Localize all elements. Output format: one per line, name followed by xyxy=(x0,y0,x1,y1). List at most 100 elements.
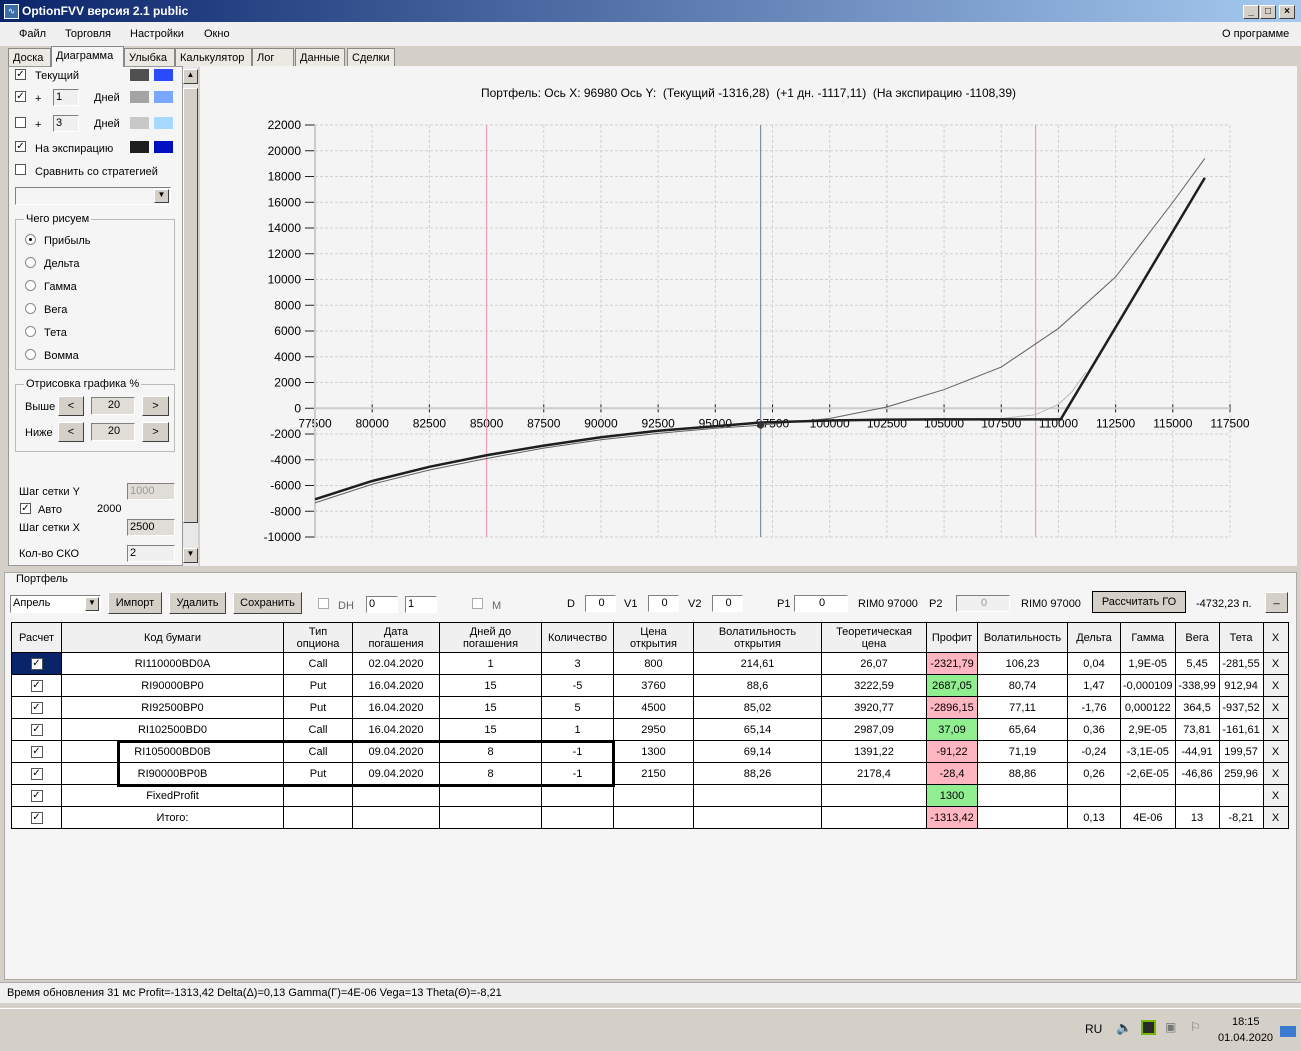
flag-icon[interactable]: ⚐ xyxy=(1190,1020,1201,1034)
tab-diagram[interactable]: Диаграмма xyxy=(51,46,124,67)
p2-instrument: RIM0 97000 xyxy=(1021,598,1081,610)
column-header[interactable]: Расчет xyxy=(11,622,62,653)
table-cell: 37,09 xyxy=(926,718,978,741)
y-tick-label: -4000 xyxy=(270,453,301,467)
table-cell: 26,07 xyxy=(821,652,927,675)
table-row[interactable]: ✓ RI102500BD0 Call 16.04.2020 15 1 2950 65,14 29… xyxy=(11,718,1289,741)
clock-date[interactable]: 01.04.2020 xyxy=(1218,1032,1273,1044)
table-cell: 77,11 xyxy=(977,696,1068,719)
calc-checkbox-cell[interactable]: ✓ xyxy=(11,784,62,807)
column-header[interactable]: Тета xyxy=(1218,622,1264,653)
table-cell xyxy=(1174,784,1220,807)
table-cell: -1313,42 xyxy=(926,806,978,829)
dh-spinner-1[interactable]: 0 xyxy=(366,596,398,613)
table-row[interactable]: ✓ RI90000BP0 Put 16.04.2020 15 -5 3760 88,6 3222… xyxy=(11,674,1289,697)
table-row[interactable]: ✓ RI110000BD0A Call 02.04.2020 1 3 800 214,61 26… xyxy=(11,652,1289,675)
d-input[interactable]: 0 xyxy=(585,595,616,612)
delete-button[interactable]: Удалить xyxy=(169,592,226,614)
calc-checkbox[interactable]: ✓ xyxy=(30,702,43,714)
table-row[interactable]: ✓ Итого: -1313,42 0,13 4E-06 13 -8,21 X xyxy=(11,806,1289,829)
table-cell: RI90000BP0 xyxy=(61,674,284,697)
volume-icon[interactable]: 🔈 xyxy=(1116,1020,1132,1036)
remove-row-button[interactable]: X xyxy=(1262,696,1289,719)
remove-row-button[interactable]: X xyxy=(1262,806,1289,829)
column-header[interactable]: Тип опциона xyxy=(283,622,353,653)
p2-input[interactable]: 0 xyxy=(956,595,1010,612)
table-cell xyxy=(821,784,927,807)
column-header[interactable]: Волатильность xyxy=(977,622,1068,653)
column-header[interactable]: Дней до погашения xyxy=(439,622,542,653)
table-cell: 85,02 xyxy=(693,696,822,719)
remove-row-button[interactable]: X xyxy=(1262,718,1289,741)
table-cell xyxy=(977,784,1068,807)
calc-checkbox[interactable]: ✓ xyxy=(30,658,43,670)
remove-row-button[interactable]: X xyxy=(1262,762,1289,785)
column-header[interactable]: Вега xyxy=(1174,622,1220,653)
go-value: -4732,23 п. xyxy=(1196,598,1252,610)
calc-checkbox[interactable]: ✓ xyxy=(30,768,43,780)
payoff-chart[interactable]: 7750080000825008500087500900009250095000… xyxy=(0,0,1301,570)
calc-checkbox-cell[interactable]: ✓ xyxy=(11,652,62,675)
remove-row-button[interactable]: X xyxy=(1262,674,1289,697)
table-cell: 13 xyxy=(1174,806,1220,829)
clock-time[interactable]: 18:15 xyxy=(1232,1016,1260,1028)
table-cell xyxy=(541,806,614,829)
table-cell xyxy=(1218,784,1264,807)
v1-input[interactable]: 0 xyxy=(648,595,679,612)
y-tick-label: 14000 xyxy=(268,221,302,235)
y-tick-label: 8000 xyxy=(274,298,301,312)
m-checkbox[interactable] xyxy=(472,598,483,609)
calc-checkbox[interactable]: ✓ xyxy=(30,746,43,758)
calc-checkbox-cell[interactable]: ✓ xyxy=(11,718,62,741)
nvidia-icon[interactable] xyxy=(1141,1020,1156,1035)
table-cell: 65,64 xyxy=(977,718,1068,741)
column-header[interactable]: Дельта xyxy=(1067,622,1121,653)
column-header[interactable]: Код бумаги xyxy=(61,622,284,653)
table-row[interactable]: ✓ RI92500BP0 Put 16.04.2020 15 5 4500 85,02 3920… xyxy=(11,696,1289,719)
calc-checkbox[interactable]: ✓ xyxy=(30,812,43,824)
dh-checkbox[interactable] xyxy=(318,598,329,609)
calc-checkbox-cell[interactable]: ✓ xyxy=(11,674,62,697)
column-header[interactable]: X xyxy=(1262,622,1289,653)
current-point-marker xyxy=(757,421,765,429)
column-header[interactable]: Количество xyxy=(541,622,614,653)
p1-input[interactable]: 0 xyxy=(794,595,848,612)
calc-checkbox-cell[interactable]: ✓ xyxy=(11,806,62,829)
table-cell: 1 xyxy=(439,652,542,675)
import-button[interactable]: Импорт xyxy=(108,592,162,614)
column-header[interactable]: Гамма xyxy=(1120,622,1176,653)
y-tick-label: 16000 xyxy=(268,195,302,209)
table-cell: 02.04.2020 xyxy=(352,652,440,675)
table-cell: -2321,79 xyxy=(926,652,978,675)
table-cell: -281,55 xyxy=(1218,652,1264,675)
table-cell: 5 xyxy=(541,696,614,719)
calc-checkbox-cell[interactable]: ✓ xyxy=(11,762,62,785)
column-header[interactable]: Теоретическая цена xyxy=(821,622,927,653)
dh-spinner-2[interactable]: 1 xyxy=(405,596,437,613)
remove-row-button[interactable]: X xyxy=(1262,740,1289,763)
save-button[interactable]: Сохранить xyxy=(233,592,302,614)
show-desktop-icon[interactable] xyxy=(1280,1026,1296,1037)
column-header[interactable]: Волатильность открытия xyxy=(693,622,822,653)
calc-checkbox-cell[interactable]: ✓ xyxy=(11,696,62,719)
calc-checkbox-cell[interactable]: ✓ xyxy=(11,740,62,763)
remove-row-button[interactable]: X xyxy=(1262,784,1289,807)
table-cell: 15 xyxy=(439,674,542,697)
calc-go-button[interactable]: Рассчитать ГО xyxy=(1092,591,1186,613)
network-icon[interactable]: ▣ xyxy=(1165,1020,1176,1034)
column-header[interactable]: Профит xyxy=(926,622,978,653)
table-cell: 16.04.2020 xyxy=(352,674,440,697)
table-cell xyxy=(283,784,353,807)
collapse-button[interactable]: _ xyxy=(1265,592,1288,613)
chevron-down-icon[interactable]: ▼ xyxy=(85,597,99,611)
table-row[interactable]: ✓ FixedProfit 1300 X xyxy=(11,784,1289,807)
table-cell: -161,61 xyxy=(1218,718,1264,741)
v2-input[interactable]: 0 xyxy=(712,595,743,612)
calc-checkbox[interactable]: ✓ xyxy=(30,790,43,802)
calc-checkbox[interactable]: ✓ xyxy=(30,724,43,736)
column-header[interactable]: Цена открытия xyxy=(613,622,694,653)
calc-checkbox[interactable]: ✓ xyxy=(30,680,43,692)
column-header[interactable]: Дата погашения xyxy=(352,622,440,653)
language-indicator[interactable]: RU xyxy=(1085,1022,1102,1036)
remove-row-button[interactable]: X xyxy=(1262,652,1289,675)
